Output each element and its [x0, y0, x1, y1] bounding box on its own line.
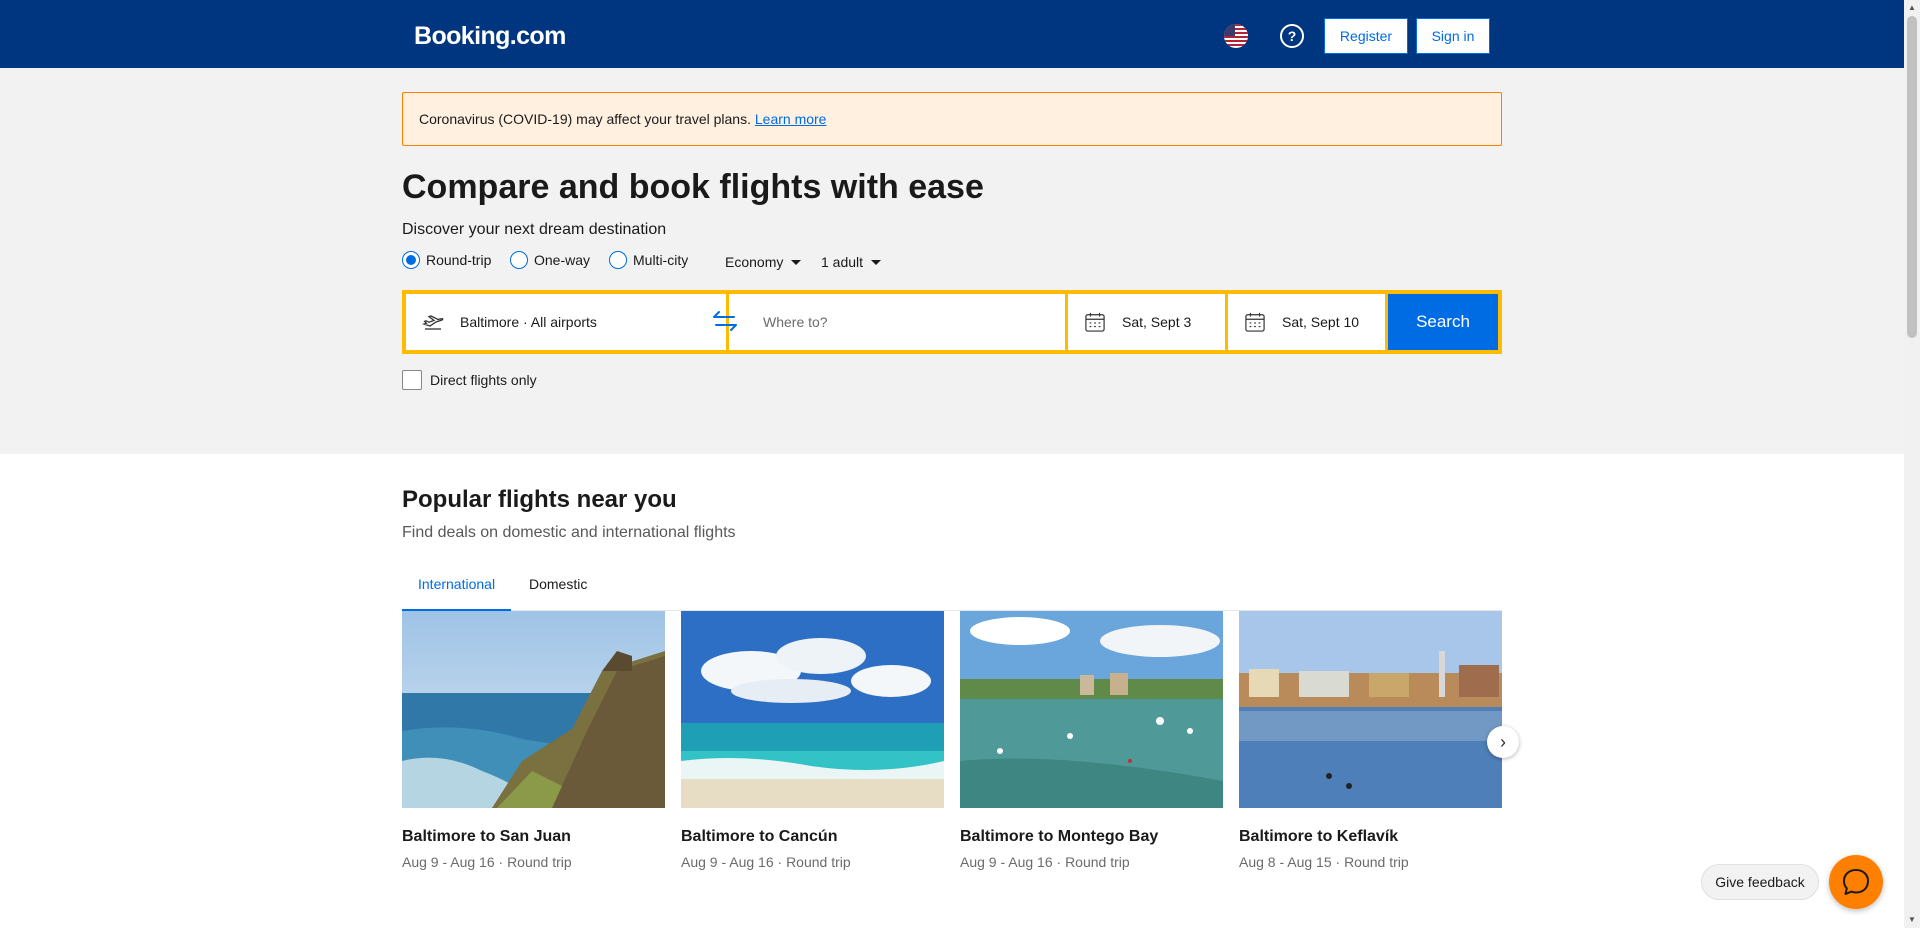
radio-multi-city[interactable]: Multi-city	[609, 251, 688, 269]
radio-one-way[interactable]: One-way	[510, 251, 590, 269]
popular-flights-title: Popular flights near you	[402, 486, 677, 513]
tab-international[interactable]: International	[402, 562, 512, 611]
help-icon[interactable]: ?	[1280, 24, 1304, 48]
destination-image-cancun[interactable]	[681, 611, 944, 808]
flight-card-meta: Aug 9 - Aug 16 · Round trip	[681, 854, 851, 870]
calendar-icon	[1245, 312, 1265, 332]
flight-card-title[interactable]: Baltimore to Cancún	[681, 828, 944, 846]
passengers-value: 1 adult	[821, 254, 864, 270]
destination-placeholder: Where to?	[763, 314, 828, 330]
flight-card-title[interactable]: Baltimore to Montego Bay	[960, 828, 1223, 846]
direct-flights-option[interactable]: Direct flights only	[402, 370, 537, 390]
caret-down-icon	[791, 259, 802, 265]
chat-bubble-icon	[1843, 869, 1869, 895]
flight-card[interactable]: Baltimore to San Juan Aug 9 - Aug 16 · R…	[402, 611, 665, 870]
radio-round-trip[interactable]: Round-trip	[402, 251, 491, 269]
radio-label: One-way	[534, 252, 591, 268]
learn-more-link[interactable]: Learn more	[755, 111, 827, 127]
flight-card-meta: Aug 8 - Aug 15 · Round trip	[1239, 854, 1409, 870]
us-flag-icon[interactable]	[1224, 24, 1248, 48]
destination-image-montego-bay[interactable]	[960, 611, 1223, 808]
scroll-up-icon[interactable]: ▲	[1904, 0, 1920, 16]
flight-card[interactable]: Baltimore to Cancún Aug 9 - Aug 16 · Rou…	[681, 611, 944, 870]
search-button[interactable]: Search	[1388, 294, 1498, 350]
flight-card[interactable]: Baltimore to Montego Bay Aug 9 - Aug 16 …	[960, 611, 1223, 870]
direct-flights-label: Direct flights only	[430, 372, 537, 388]
radio-indicator[interactable]	[510, 251, 528, 269]
carousel-next-button[interactable]: ›	[1487, 726, 1519, 758]
direct-flights-checkbox[interactable]	[402, 370, 422, 390]
covid-alert: Coronavirus (COVID-19) may affect your t…	[402, 92, 1502, 146]
popular-flights-subtitle: Find deals on domestic and international…	[402, 524, 736, 541]
destination-image-keflavik[interactable]	[1239, 611, 1502, 808]
depart-date-field[interactable]: Sat, Sept 3	[1068, 294, 1225, 350]
page-title: Compare and book flights with ease	[402, 168, 984, 206]
top-header: Booking.com ? Register Sign in	[0, 0, 1904, 68]
flight-card-meta: Aug 9 - Aug 16 · Round trip	[960, 854, 1130, 870]
flight-search-bar: Baltimore · All airports Where to? Sat, …	[402, 290, 1502, 354]
tab-domestic[interactable]: Domestic	[513, 562, 603, 611]
cabin-class-value: Economy	[725, 254, 784, 270]
destination-image-san-juan[interactable]	[402, 611, 665, 808]
flight-card-title[interactable]: Baltimore to San Juan	[402, 828, 665, 846]
give-feedback-button[interactable]: Give feedback	[1701, 864, 1819, 900]
passengers-dropdown[interactable]: 1 adult	[821, 251, 882, 273]
radio-label: Multi-city	[633, 252, 689, 268]
register-button[interactable]: Register	[1324, 18, 1408, 54]
return-date-value: Sat, Sept 10	[1282, 314, 1360, 330]
swap-arrows-icon[interactable]	[710, 308, 740, 334]
calendar-icon	[1085, 312, 1105, 332]
radio-indicator[interactable]	[402, 251, 420, 269]
radio-indicator[interactable]	[609, 251, 627, 269]
booking-logo[interactable]: Booking.com	[414, 22, 566, 51]
origin-field[interactable]: Baltimore · All airports	[406, 294, 726, 350]
flight-card[interactable]: Baltimore to Keflavík Aug 8 - Aug 15 · R…	[1239, 611, 1502, 870]
chevron-right-icon: ›	[1500, 732, 1506, 752]
origin-value: Baltimore · All airports	[460, 314, 597, 330]
covid-alert-text: Coronavirus (COVID-19) may affect your t…	[419, 111, 751, 127]
flight-card-meta: Aug 9 - Aug 16 · Round trip	[402, 854, 572, 870]
scrollbar-thumb[interactable]	[1907, 16, 1917, 338]
popular-flights-tabs: International Domestic	[402, 562, 1502, 611]
depart-date-value: Sat, Sept 3	[1122, 314, 1192, 330]
sign-in-button[interactable]: Sign in	[1416, 18, 1490, 54]
cabin-class-dropdown[interactable]: Economy	[725, 251, 802, 273]
scroll-down-icon[interactable]: ▼	[1904, 912, 1920, 928]
destination-field[interactable]: Where to?	[729, 294, 1065, 350]
caret-down-icon	[871, 259, 882, 265]
flight-card-title[interactable]: Baltimore to Keflavík	[1239, 828, 1502, 846]
return-date-field[interactable]: Sat, Sept 10	[1228, 294, 1385, 350]
chat-button[interactable]	[1829, 855, 1883, 909]
plane-takeoff-icon	[422, 315, 444, 330]
page-subtitle: Discover your next dream destination	[402, 221, 667, 238]
radio-label: Round-trip	[426, 252, 492, 268]
